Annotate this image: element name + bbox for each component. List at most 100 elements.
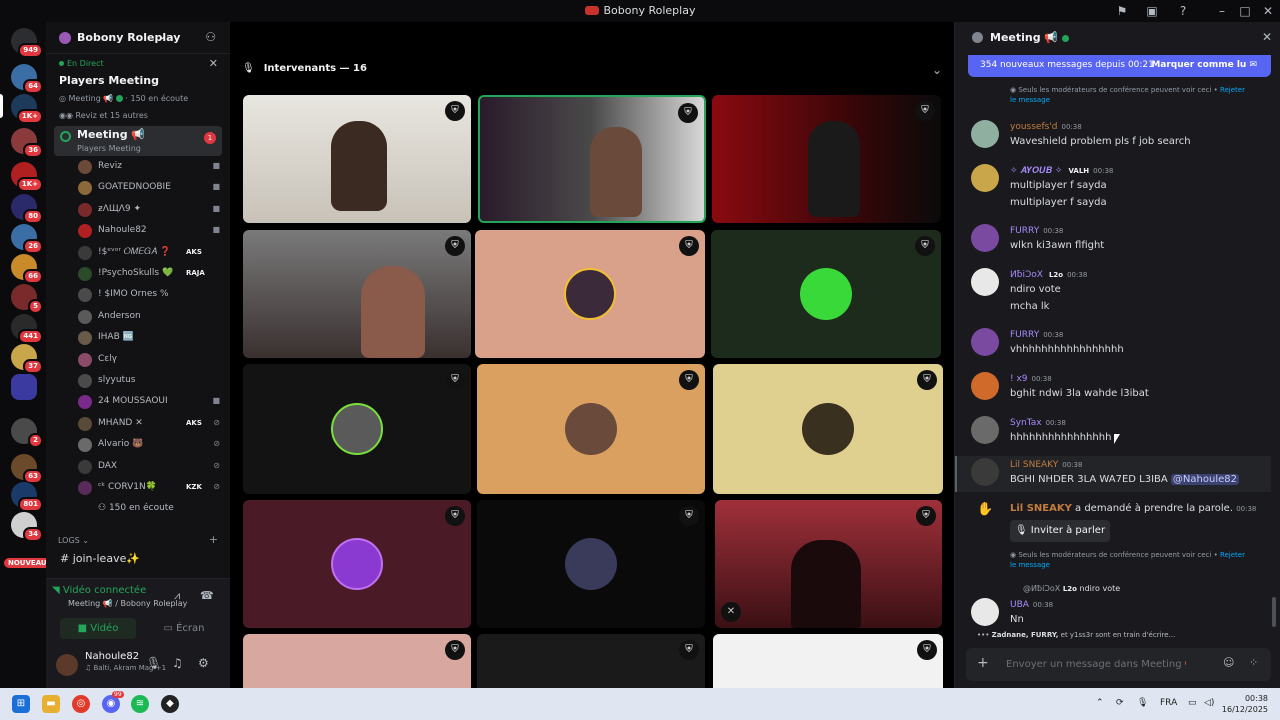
chrome-icon[interactable]: ◎ xyxy=(72,695,90,713)
close-icon[interactable]: ✕ xyxy=(209,57,218,70)
avatar[interactable] xyxy=(971,372,999,400)
home-button[interactable]: 949 xyxy=(11,28,43,58)
avatar[interactable] xyxy=(971,598,999,626)
voice-member[interactable]: Reviz ■ xyxy=(78,157,224,177)
close-window-icon[interactable]: ✕ xyxy=(1260,3,1276,19)
message-author[interactable]: UBA 00:38 xyxy=(1010,600,1053,610)
voice-member[interactable]: Nahoule82 ■ xyxy=(78,221,224,241)
server-icon[interactable]: 34 xyxy=(11,512,43,542)
user-mention[interactable]: @Nahoule82 xyxy=(1170,474,1239,485)
invite-to-speak-button[interactable]: 🎙︎ Inviter à parler xyxy=(1010,520,1110,542)
message-author[interactable]: FURRY 00:38 xyxy=(1010,226,1063,236)
chevron-up-icon[interactable]: ⌃ xyxy=(1096,698,1104,708)
server-icon[interactable]: 2 xyxy=(11,418,43,448)
listeners-count[interactable]: ⚇ 150 en écoute xyxy=(98,503,174,513)
language-indicator[interactable]: FRA xyxy=(1160,698,1177,708)
voice-member[interactable]: MHAND ✕ AKS ⊘ xyxy=(78,414,224,434)
clock[interactable]: 00:38 16/12/2025 xyxy=(1222,693,1268,715)
speaker-tile[interactable]: ⛨ xyxy=(243,230,471,358)
microphone-icon[interactable]: 🎙︎ xyxy=(146,656,161,670)
speaker-tile[interactable]: ⛨ xyxy=(711,230,941,358)
file-explorer-icon[interactable]: ▬ xyxy=(42,695,60,713)
spotify-icon[interactable]: ≋ xyxy=(131,695,149,713)
sync-icon[interactable]: ⟳ xyxy=(1116,698,1124,708)
video-button[interactable]: ■ Vidéo xyxy=(60,618,136,639)
category-logs[interactable]: LOGS ⌄ xyxy=(58,536,89,545)
channel-meeting[interactable]: Meeting 📢 Players Meeting 1 xyxy=(54,126,222,156)
flag-icon[interactable]: ⚑ xyxy=(1114,3,1130,19)
avatar[interactable] xyxy=(971,224,999,252)
server-icon[interactable]: 80 xyxy=(11,194,43,224)
voice-member[interactable]: IHAB 🆖 xyxy=(78,328,224,348)
app-icon[interactable]: ◆ xyxy=(161,695,179,713)
avatar[interactable] xyxy=(971,268,999,296)
windows-start-icon[interactable]: ⊞ xyxy=(12,695,30,713)
avatar[interactable] xyxy=(971,120,999,148)
voice-member[interactable]: Alvario 🐻 ⊘ xyxy=(78,435,224,455)
attach-plus-icon[interactable]: + xyxy=(977,655,989,671)
speaker-tile[interactable]: ⛨ xyxy=(477,364,705,494)
voice-member[interactable]: Anderson xyxy=(78,307,224,327)
speaker-tile[interactable]: ⛨ xyxy=(475,230,705,358)
server-icon[interactable]: 37 xyxy=(11,344,43,374)
reply-reference[interactable]: @ИƀiϽoX L2o ndiro vote xyxy=(1023,584,1120,593)
invite-icon[interactable]: ⚇ xyxy=(205,30,216,44)
add-channel-icon[interactable]: + xyxy=(209,533,218,546)
avatar[interactable] xyxy=(56,654,78,676)
new-messages-bar[interactable]: 354 nouveaux messages depuis 00:21 Marqu… xyxy=(968,55,1271,77)
volume-icon[interactable]: ◁) xyxy=(1204,698,1214,708)
server-icon[interactable]: 1K+ xyxy=(11,162,43,192)
voice-member[interactable]: ! $IMO Ornes % xyxy=(78,285,224,305)
message-author[interactable]: ✧ 𝑨𝒀𝑶𝑼𝑩 ✧ VALH 00:38 xyxy=(1010,166,1113,176)
server-icon[interactable]: 36 xyxy=(11,128,43,158)
voice-member[interactable]: slyyutus xyxy=(78,371,224,391)
server-header[interactable]: Bobony Roleplay ⌄ ⚇ xyxy=(46,22,230,54)
speaker-tile[interactable]: ⛨ xyxy=(243,364,471,494)
network-icon[interactable]: ▭ xyxy=(1188,698,1197,708)
settings-icon[interactable]: ⚙ xyxy=(198,656,209,670)
voice-member[interactable]: !$ᵉᵛᵒʳ 𝑂𝑀𝐸𝐺𝐴 ❓ AKS xyxy=(78,243,224,263)
voice-member[interactable]: Cεlγ xyxy=(78,350,224,370)
server-icon[interactable]: 63 xyxy=(11,454,43,484)
mark-read-button[interactable]: Marquer comme lu ✉ xyxy=(1151,60,1257,70)
voice-status[interactable]: ◥ Vidéo connectée xyxy=(52,585,146,596)
headphones-icon[interactable]: ♫ xyxy=(172,656,183,670)
avatar[interactable] xyxy=(971,328,999,356)
voice-member[interactable]: GOATEDNOOBIE ■ xyxy=(78,178,224,198)
voice-member[interactable]: 24 MOUSSAOUI ■ xyxy=(78,392,224,412)
maximize-icon[interactable]: □ xyxy=(1237,3,1253,19)
avatar[interactable] xyxy=(971,164,999,192)
server-icon[interactable]: 1K+ xyxy=(11,94,43,124)
server-icon[interactable]: 26 xyxy=(11,224,43,254)
speaker-tile[interactable]: ⛨ xyxy=(243,634,471,694)
avatar[interactable] xyxy=(971,416,999,444)
help-icon[interactable]: ? xyxy=(1175,3,1191,19)
server-icon[interactable]: 441 xyxy=(11,314,43,344)
message-author[interactable]: ИƀiϽoX L2o 00:38 xyxy=(1010,270,1087,280)
noise-suppression-icon[interactable]: ⩘ xyxy=(174,589,180,603)
speaker-tile-active[interactable]: ⛨ xyxy=(478,95,706,223)
minimize-icon[interactable]: – xyxy=(1214,3,1230,19)
message-author[interactable]: Lil SNEAKY 00:38 xyxy=(1010,460,1082,470)
screen-share-button[interactable]: ▭ Écran xyxy=(146,618,222,639)
message-author[interactable]: FURRY 00:38 xyxy=(1010,330,1063,340)
speaker-tile[interactable]: ⛨ ✕ xyxy=(715,500,942,628)
message-input[interactable] xyxy=(1006,656,1186,672)
message-author[interactable]: SynTax 00:38 xyxy=(1010,418,1066,428)
inbox-icon[interactable]: ▣ xyxy=(1144,3,1160,19)
speaker-tile[interactable]: ⛨ xyxy=(712,95,941,223)
speaker-tile[interactable]: ⛨ xyxy=(477,500,705,628)
server-icon[interactable]: 5 xyxy=(11,284,43,314)
avatar[interactable] xyxy=(971,458,999,486)
close-icon[interactable]: ✕ xyxy=(1262,30,1272,44)
apps-icon[interactable]: ⁘ xyxy=(1249,656,1258,669)
disconnect-icon[interactable]: ☎ xyxy=(200,589,214,602)
message-author[interactable]: youssefs'd 00:38 xyxy=(1010,122,1082,132)
speaker-tile[interactable]: ⛨ xyxy=(713,364,943,494)
emoji-icon[interactable]: ☺ xyxy=(1223,656,1234,669)
voice-member[interactable]: !PsychoSkulls 💚 RAJA xyxy=(78,264,224,284)
server-icon[interactable]: 801 xyxy=(11,482,43,512)
scrollbar[interactable] xyxy=(1272,597,1276,627)
folder-icon[interactable] xyxy=(11,374,37,400)
server-icon[interactable]: 66 xyxy=(11,254,43,284)
